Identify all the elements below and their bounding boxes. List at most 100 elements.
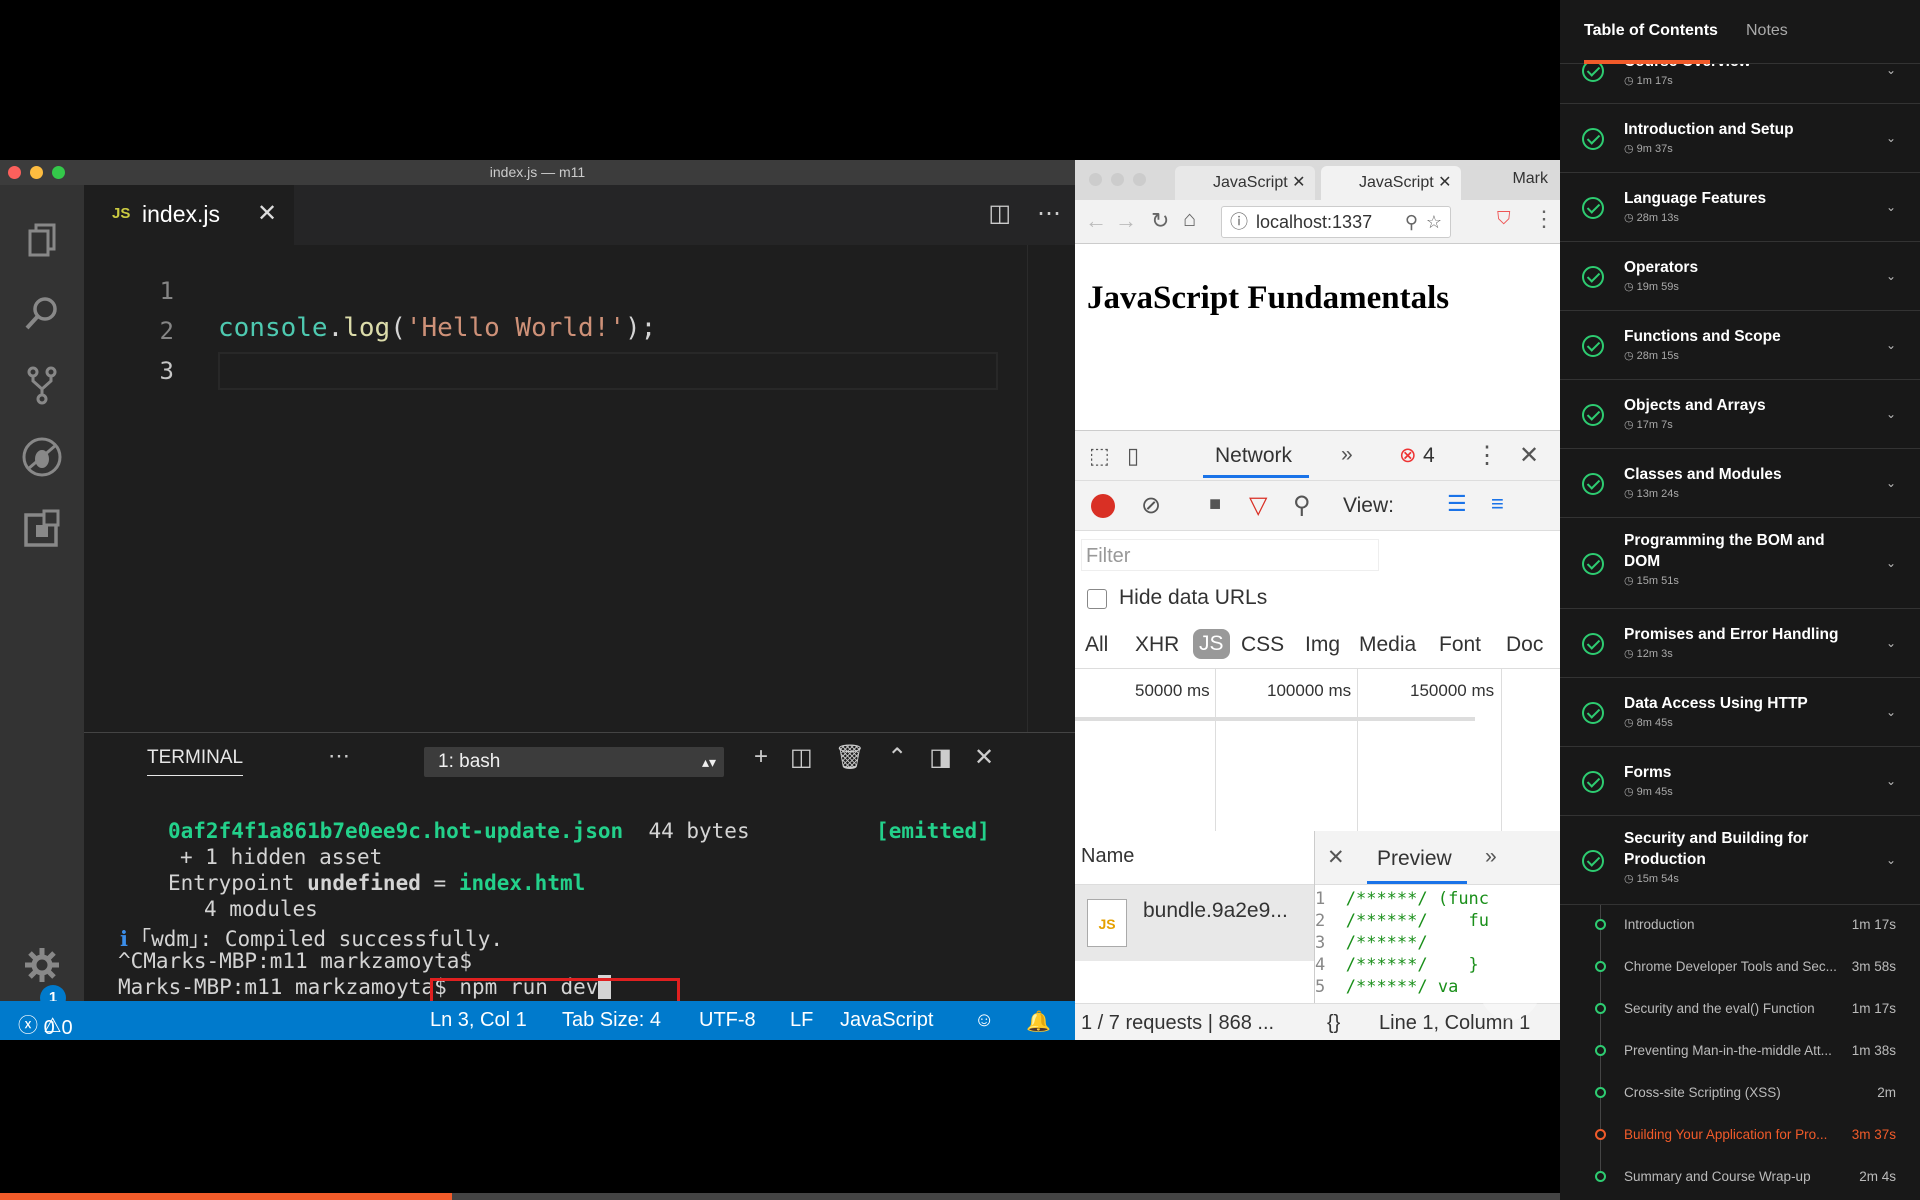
chevron-down-icon[interactable]: ⌄	[1886, 853, 1896, 867]
clip-item[interactable]: Security and the eval() Function 1m 17s	[1560, 989, 1920, 1031]
extension-shield-icon[interactable]: ⛉	[1497, 208, 1511, 229]
module-item[interactable]: Programming the BOM and DOM ◷ 15m 51s ⌄	[1560, 518, 1920, 609]
type-filter-doc[interactable]: Doc	[1506, 633, 1543, 657]
module-item[interactable]: Data Access Using HTTP ◷ 8m 45s ⌄	[1560, 678, 1920, 747]
video-player[interactable]: index.js — m11 1 JS index.js ✕ ◫ ⋯ 1 2 3…	[0, 0, 1560, 1200]
clip-item[interactable]: Preventing Man-in-the-middle Att... 1m 38…	[1560, 1031, 1920, 1073]
explorer-icon[interactable]	[14, 213, 70, 269]
network-timeline[interactable]: 50000 ms 100000 ms 150000 ms	[1075, 669, 1560, 831]
minimize-window-button[interactable]	[1111, 173, 1124, 186]
feedback-smiley-icon[interactable]: ☺	[974, 1009, 994, 1032]
clip-item[interactable]: Chrome Developer Tools and Sec... 3m 58s	[1560, 947, 1920, 989]
type-filter-img[interactable]: Img	[1305, 633, 1340, 657]
maximize-panel-icon[interactable]: ⌃	[887, 743, 907, 772]
chevron-down-icon[interactable]: ⌄	[1886, 636, 1896, 650]
module-item[interactable]: Functions and Scope ◷ 28m 15s ⌄	[1560, 311, 1920, 380]
type-filter-all[interactable]: All	[1085, 633, 1108, 657]
chevron-down-icon[interactable]: ⌄	[1886, 705, 1896, 719]
more-tabs-icon[interactable]: »	[1485, 845, 1497, 869]
browser-tab-active[interactable]: JavaScript ✕	[1321, 166, 1461, 200]
browser-tab[interactable]: JavaScript ✕	[1175, 166, 1315, 200]
split-editor-icon[interactable]: ◫	[988, 199, 1011, 228]
module-item[interactable]: Forms ◷ 9m 45s ⌄	[1560, 747, 1920, 816]
clip-item-current[interactable]: Building Your Application for Pro... 3m 3…	[1560, 1115, 1920, 1157]
panel-more-icon[interactable]: ⋯	[328, 743, 350, 769]
video-progress-bar[interactable]	[0, 1193, 1560, 1200]
filter-input[interactable]: Filter	[1081, 539, 1379, 571]
chevron-down-icon[interactable]: ⌄	[1886, 63, 1896, 77]
search-icon[interactable]	[14, 285, 70, 341]
hide-data-urls-checkbox[interactable]	[1087, 589, 1107, 609]
language-mode[interactable]: JavaScript	[840, 1009, 933, 1032]
reload-icon[interactable]: ↻	[1151, 208, 1169, 234]
type-filter-xhr[interactable]: XHR	[1135, 633, 1179, 657]
type-filter-css[interactable]: CSS	[1241, 633, 1284, 657]
screenshot-camera-icon[interactable]: ■	[1209, 493, 1221, 516]
address-bar[interactable]: ⓘ localhost:1337 ⚲ ☆	[1221, 206, 1451, 238]
back-icon[interactable]: ←	[1085, 208, 1107, 234]
more-tabs-icon[interactable]: »	[1341, 443, 1353, 467]
more-actions-icon[interactable]: ⋯	[1037, 199, 1061, 228]
menu-icon[interactable]: ⋮	[1533, 206, 1555, 232]
encoding[interactable]: UTF-8	[699, 1009, 756, 1032]
type-filter-media[interactable]: Media	[1359, 633, 1416, 657]
split-terminal-icon[interactable]: ◫	[790, 743, 813, 772]
settings-gear-icon[interactable]	[14, 937, 70, 993]
module-item[interactable]: Introduction and Setup ◷ 9m 37s ⌄	[1560, 104, 1920, 173]
profile-name[interactable]: Mark	[1512, 170, 1548, 188]
inspect-element-icon[interactable]: ⬚	[1089, 443, 1110, 469]
notifications-bell-icon[interactable]: 🔔	[1026, 1009, 1051, 1034]
forward-icon[interactable]: →	[1115, 208, 1137, 234]
close-preview-icon[interactable]: ✕	[1327, 845, 1345, 870]
terminal-panel-title[interactable]: TERMINAL	[147, 747, 244, 776]
module-item[interactable]: Security and Building for Production ◷ 15…	[1560, 816, 1920, 905]
tab-preview[interactable]: Preview	[1377, 847, 1452, 871]
clip-item[interactable]: Introduction 1m 17s	[1560, 905, 1920, 947]
pretty-print-icon[interactable]: {}	[1327, 1012, 1340, 1035]
device-toolbar-icon[interactable]: ▯	[1127, 443, 1139, 469]
module-item[interactable]: Classes and Modules ◷ 13m 24s ⌄	[1560, 449, 1920, 518]
name-column-header[interactable]: Name	[1075, 831, 1314, 885]
extensions-icon[interactable]	[14, 501, 70, 557]
chevron-down-icon[interactable]: ⌄	[1886, 774, 1896, 788]
module-item[interactable]: Objects and Arrays ◷ 17m 7s ⌄	[1560, 380, 1920, 449]
type-filter-font[interactable]: Font	[1439, 633, 1481, 657]
zoom-window-button[interactable]	[52, 166, 65, 179]
cursor-position[interactable]: Ln 3, Col 1	[430, 1009, 527, 1032]
module-item[interactable]: Promises and Error Handling ◷ 12m 3s ⌄	[1560, 609, 1920, 678]
clip-item[interactable]: Summary and Course Wrap-up 2m 4s	[1560, 1157, 1920, 1199]
chevron-down-icon[interactable]: ⌄	[1886, 131, 1896, 145]
chevron-down-icon[interactable]: ⌄	[1886, 407, 1896, 421]
close-panel-icon[interactable]: ✕	[974, 743, 994, 772]
clip-item[interactable]: Cross-site Scripting (XSS) 2m	[1560, 1073, 1920, 1115]
terminal-select[interactable]: 1: bash ▴▾	[424, 747, 724, 777]
clear-icon[interactable]: ⊘	[1141, 491, 1161, 520]
close-window-button[interactable]	[8, 166, 21, 179]
tab-network[interactable]: Network	[1215, 444, 1292, 468]
problems-status[interactable]: ⓧ 0 ⚠ 0	[18, 1009, 73, 1039]
source-control-icon[interactable]	[14, 357, 70, 413]
type-filter-js[interactable]: JS	[1193, 629, 1230, 659]
tab-notes[interactable]: Notes	[1746, 22, 1788, 40]
error-count[interactable]: 4	[1423, 444, 1435, 468]
list-view-icon[interactable]: ☰	[1447, 491, 1467, 517]
module-item[interactable]: Operators ◷ 19m 59s ⌄	[1560, 242, 1920, 311]
request-row[interactable]: JS bundle.9a2e9...	[1075, 885, 1314, 961]
new-terminal-icon[interactable]: +	[754, 743, 768, 772]
chevron-down-icon[interactable]: ⌄	[1886, 476, 1896, 490]
record-icon[interactable]	[1091, 494, 1115, 518]
module-item[interactable]: Language Features ◷ 28m 13s ⌄	[1560, 173, 1920, 242]
tab-index-js[interactable]: JS index.js ✕	[84, 185, 294, 245]
chevron-down-icon[interactable]: ⌄	[1886, 200, 1896, 214]
close-devtools-icon[interactable]: ✕	[1519, 441, 1539, 470]
tab-close-icon[interactable]: ✕	[257, 199, 277, 228]
devtools-menu-icon[interactable]: ⋮	[1475, 441, 1499, 470]
chevron-down-icon[interactable]: ⌄	[1886, 269, 1896, 283]
debug-icon[interactable]	[14, 429, 70, 485]
waterfall-view-icon[interactable]: ≡	[1491, 491, 1504, 517]
chevron-down-icon[interactable]: ⌄	[1886, 338, 1896, 352]
tab-size[interactable]: Tab Size: 4	[562, 1009, 661, 1032]
chevron-down-icon[interactable]: ⌄	[1886, 556, 1896, 570]
editor-scrollbar[interactable]	[1027, 245, 1051, 732]
trash-icon[interactable]: 🗑	[835, 743, 865, 772]
